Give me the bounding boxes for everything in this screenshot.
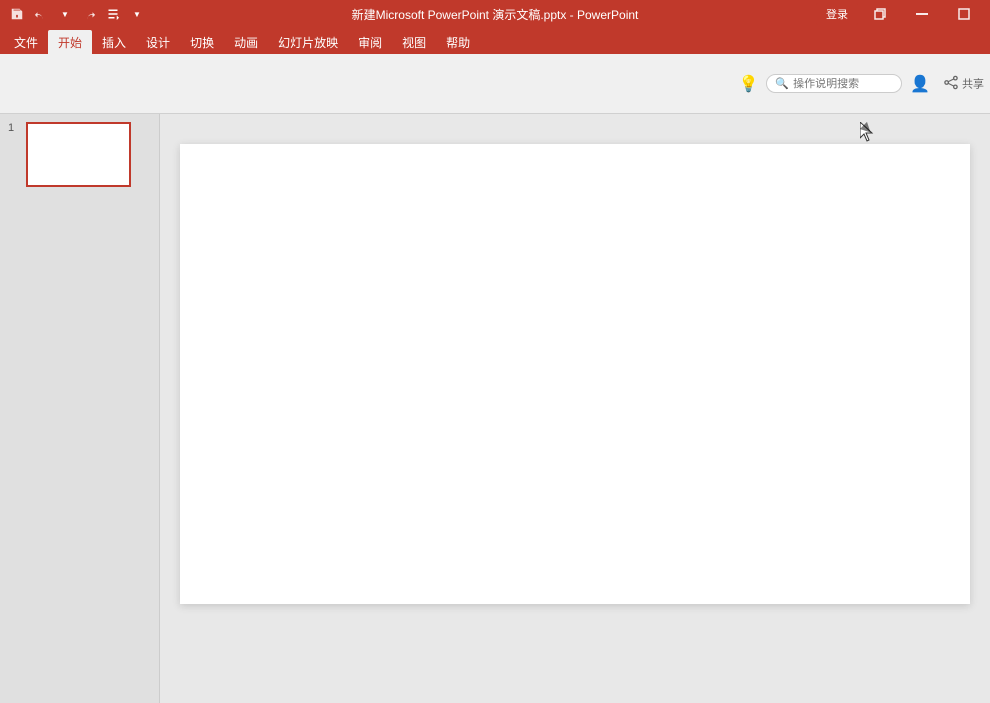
- title-bar: ▼ ▼ 新建Microsoft PowerPoint 演示文稿.pptx - P…: [0, 0, 990, 28]
- tab-design[interactable]: 设计: [136, 30, 180, 54]
- person-icon: 👤: [910, 74, 930, 94]
- tab-view[interactable]: 视图: [392, 30, 436, 54]
- tab-animation[interactable]: 动画: [224, 30, 268, 54]
- ribbon-toolbar: 💡 🔍 👤 共享: [0, 54, 990, 114]
- title-bar-left: ▼ ▼: [6, 3, 148, 25]
- login-button[interactable]: 登录: [816, 3, 858, 25]
- redo-button[interactable]: [78, 3, 100, 25]
- main-area: 1: [0, 114, 990, 703]
- share-button[interactable]: 共享: [944, 75, 984, 92]
- slide-canvas[interactable]: [180, 144, 970, 604]
- save-button[interactable]: [6, 3, 28, 25]
- ribbon-tabs: 文件 开始 插入 设计 切换 动画 幻灯片放映 审阅 视图 帮助: [0, 28, 990, 54]
- search-box[interactable]: 🔍: [766, 74, 902, 93]
- tab-transition[interactable]: 切换: [180, 30, 224, 54]
- maximize-button[interactable]: [944, 0, 984, 28]
- tab-review[interactable]: 审阅: [348, 30, 392, 54]
- minimize-button[interactable]: [902, 0, 942, 28]
- share-icon: [944, 75, 958, 92]
- slide-item-1[interactable]: 1: [8, 122, 151, 187]
- qat-more[interactable]: ▼: [126, 3, 148, 25]
- bulb-icon: 💡: [738, 74, 758, 94]
- search-icon: 🔍: [775, 77, 789, 90]
- slide-number: 1: [8, 122, 20, 134]
- customize-qat[interactable]: [102, 3, 124, 25]
- slide-thumbnail[interactable]: [26, 122, 131, 187]
- share-label: 共享: [962, 76, 984, 92]
- quick-access-toolbar: ▼ ▼: [6, 3, 148, 25]
- tab-slideshow[interactable]: 幻灯片放映: [268, 30, 348, 54]
- tab-home[interactable]: 开始: [48, 30, 92, 54]
- search-area: 💡 🔍 👤: [738, 74, 930, 94]
- title-bar-controls: 登录: [816, 0, 984, 28]
- title-bar-title: 新建Microsoft PowerPoint 演示文稿.pptx - Power…: [352, 6, 639, 23]
- undo-button[interactable]: [30, 3, 52, 25]
- tab-file[interactable]: 文件: [4, 30, 48, 54]
- search-input[interactable]: [793, 78, 893, 90]
- undo-dropdown[interactable]: ▼: [54, 3, 76, 25]
- edit-area[interactable]: [160, 114, 990, 703]
- slide-panel: 1: [0, 114, 160, 703]
- restore-button[interactable]: [860, 0, 900, 28]
- tab-help[interactable]: 帮助: [436, 30, 480, 54]
- tab-insert[interactable]: 插入: [92, 30, 136, 54]
